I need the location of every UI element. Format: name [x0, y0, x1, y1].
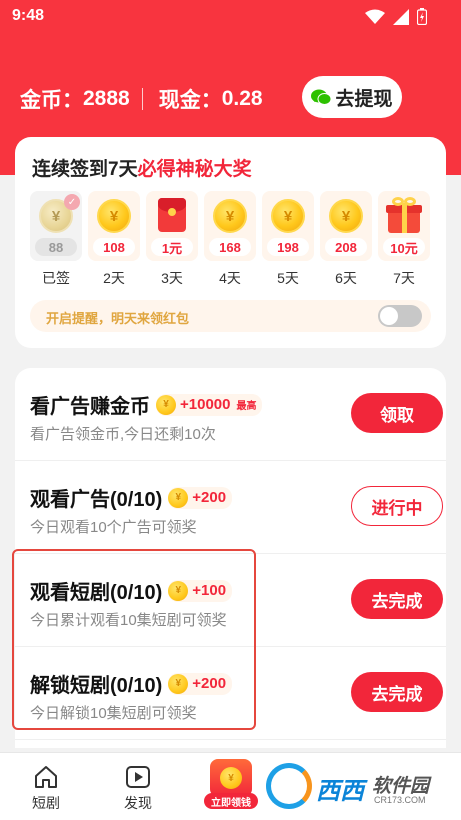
wallet-summary: 金币： 2888 现金： 0.28: [20, 84, 263, 114]
highlight-frame: [12, 549, 256, 730]
tab-shorts[interactable]: 短剧: [11, 753, 81, 820]
reward-badge: ¥ +200: [168, 486, 233, 509]
reward-amount: +200: [192, 489, 227, 506]
signin-day-3[interactable]: 1元: [146, 191, 198, 261]
signin-day-value: 108: [93, 238, 135, 256]
task-row-watch-ads: 观看广告(0/10) ¥ +200 今日观看10个广告可领奖 进行中: [15, 461, 446, 554]
signin-day-label: 已签: [42, 270, 70, 286]
wechat-icon: [311, 89, 332, 105]
cash-value: 0.28: [221, 87, 263, 110]
in-progress-button[interactable]: 进行中: [351, 486, 443, 526]
task-title: 看广告赚金币 ¥ +10000 最高: [30, 390, 263, 419]
claim-money-tab[interactable]: ¥ 立即领钱: [204, 759, 258, 809]
battery-icon: [417, 8, 427, 25]
signin-day-5[interactable]: ¥ 198: [262, 191, 314, 261]
reward-tag: 最高: [236, 401, 257, 412]
status-bar: 9:48: [0, 0, 461, 32]
signin-day-value: 1元: [151, 238, 193, 256]
task-desc: 今日观看10个广告可领奖: [30, 519, 197, 536]
reminder-bar: 开启提醒，明天来领红包: [30, 300, 431, 332]
wifi-icon: [365, 9, 385, 25]
watermark-cn: 软件园: [372, 776, 430, 797]
reminder-text: 开启提醒，明天来领红包: [46, 311, 190, 326]
signin-day-7[interactable]: 10元: [378, 191, 430, 261]
task-desc: 看广告领金币,今日还剩10次: [30, 426, 216, 443]
home-icon: [32, 763, 60, 791]
signin-day-value: 208: [325, 238, 367, 256]
claim-button[interactable]: 领取: [351, 393, 443, 433]
status-time: 9:48: [12, 7, 45, 24]
cash-label: 现金：: [158, 89, 222, 112]
signin-day-1[interactable]: ¥ ✓ 88: [30, 191, 82, 261]
signin-day-4[interactable]: ¥ 168: [204, 191, 256, 261]
reward-badge: ¥ +10000 最高: [156, 393, 263, 416]
signin-day-value: 198: [267, 238, 309, 256]
go-complete-button[interactable]: 去完成: [351, 579, 443, 619]
withdraw-button[interactable]: 去提现: [302, 76, 402, 118]
signin-card: 连续签到7天必得神秘大奖 ¥ ✓ 88 已签 ¥ 108 2天 1元 3天 ¥ …: [15, 137, 446, 348]
tab-discover[interactable]: 发现: [103, 753, 173, 820]
claim-money-label: 立即领钱: [204, 793, 258, 809]
signin-day-6[interactable]: ¥ 208: [320, 191, 372, 261]
signin-day-2[interactable]: ¥ 108: [88, 191, 140, 261]
play-icon: [124, 763, 152, 791]
watermark-logo-icon: [266, 763, 312, 809]
coin-icon: ¥: [213, 199, 247, 233]
wallet-divider: [141, 88, 143, 110]
go-complete-button[interactable]: 去完成: [351, 672, 443, 712]
coins-label: 金币：: [20, 89, 83, 112]
coins-value: 2888: [83, 87, 130, 110]
watermark: 西西 软件园 CR173.COM: [262, 757, 442, 813]
task-title: 观看广告(0/10) ¥ +200: [30, 483, 233, 512]
coin-icon: ¥: [220, 767, 242, 789]
signin-title-prefix: 连续签到7天: [32, 159, 138, 180]
signal-icon: [393, 8, 409, 25]
check-icon: ✓: [64, 194, 80, 210]
signin-day-value: 168: [209, 238, 251, 256]
signin-day-label: 5天: [277, 270, 299, 286]
toggle-knob: [380, 307, 398, 325]
reminder-toggle[interactable]: [378, 305, 422, 327]
tab-bar: 短剧 发现 ¥ 立即领钱 西西 软件园 CR173.COM: [0, 752, 461, 820]
signin-title-highlight: 必得神秘大奖: [137, 159, 252, 180]
status-icons: [365, 8, 427, 25]
signin-day-label: 2天: [103, 270, 125, 286]
red-envelope-icon: [158, 198, 186, 232]
coin-box-icon: ¥: [210, 759, 252, 797]
coin-icon: ¥: [168, 487, 189, 508]
signin-title: 连续签到7天必得神秘大奖: [32, 154, 252, 181]
coin-icon: ¥: [329, 199, 363, 233]
gift-icon: [386, 197, 422, 233]
coin-icon: ¥: [97, 199, 131, 233]
task-row-watch-ads-earn: 看广告赚金币 ¥ +10000 最高 看广告领金币,今日还剩10次 领取: [15, 368, 446, 461]
watermark-brand: 西西: [316, 778, 364, 805]
task-title-text: 观看广告(0/10): [30, 489, 163, 511]
watermark-url: CR173.COM: [374, 795, 426, 805]
task-title-text: 看广告赚金币: [30, 396, 150, 418]
signin-day-label: 6天: [335, 270, 357, 286]
signin-day-value: 88: [35, 238, 77, 256]
signin-day-label: 3天: [161, 270, 183, 286]
signin-day-label: 4天: [219, 270, 241, 286]
withdraw-label: 去提现: [335, 88, 393, 110]
signin-day-value: 10元: [383, 238, 425, 256]
signin-day-label: 7天: [393, 270, 415, 286]
tab-label: 发现: [124, 795, 152, 811]
tab-label: 短剧: [32, 795, 60, 811]
reward-amount: +10000: [180, 396, 231, 413]
coin-icon: ¥: [156, 394, 176, 415]
coin-icon: ¥: [271, 199, 305, 233]
